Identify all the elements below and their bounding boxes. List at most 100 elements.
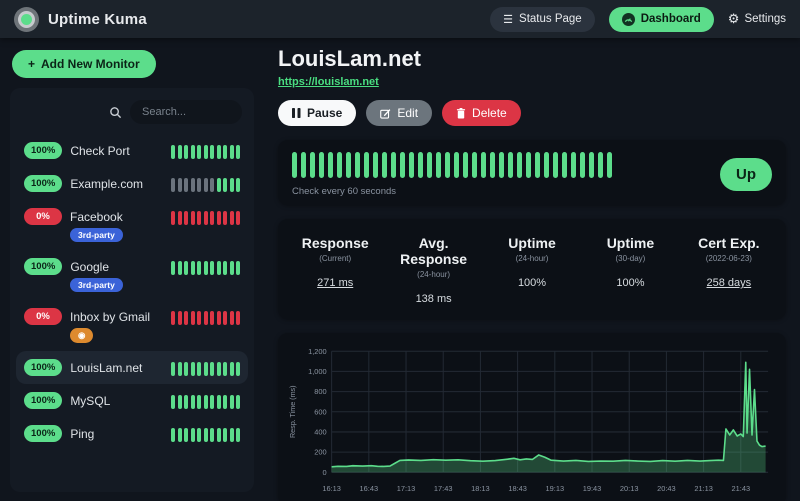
heartbeat-tick (197, 428, 201, 442)
heartbeat-tick[interactable] (310, 152, 315, 178)
monitor-row-louislam-net[interactable]: 100%LouisLam.net (16, 351, 248, 384)
heartbeat-tick[interactable] (436, 152, 441, 178)
heartbeat-tick (171, 178, 175, 192)
heartbeat-tick (210, 261, 214, 275)
heartbeat-tick (236, 178, 240, 192)
heartbeat-tick (178, 311, 182, 325)
monitor-tag: 3rd-party (70, 278, 123, 292)
heartbeat-tick[interactable] (553, 152, 558, 178)
monitor-heartbeats (171, 175, 240, 192)
heartbeat-tick[interactable] (517, 152, 522, 178)
brand[interactable]: Uptime Kuma (14, 7, 147, 32)
heartbeat-tick (197, 395, 201, 409)
heartbeat-tick[interactable] (490, 152, 495, 178)
svg-text:21:43: 21:43 (732, 484, 751, 493)
stat-value[interactable]: 271 ms (286, 277, 384, 289)
search-input[interactable] (130, 100, 242, 124)
heartbeat-tick[interactable] (301, 152, 306, 178)
heartbeat-tick[interactable] (454, 152, 459, 178)
heartbeat-tick (236, 311, 240, 325)
search-icon (109, 106, 122, 119)
monitor-url-link[interactable]: https://louislam.net (278, 76, 379, 88)
heartbeat-tick (184, 311, 188, 325)
svg-text:1,000: 1,000 (308, 367, 327, 376)
add-new-monitor-button[interactable]: + Add New Monitor (12, 50, 156, 78)
svg-text:0: 0 (323, 468, 327, 477)
heartbeat-tick[interactable] (571, 152, 576, 178)
heartbeat-tick[interactable] (481, 152, 486, 178)
edit-button[interactable]: Edit (366, 100, 432, 126)
heartbeat-bar[interactable] (292, 152, 702, 178)
content: + Add New Monitor 100%Check Port100%Exam… (0, 38, 800, 501)
pause-button[interactable]: Pause (278, 100, 356, 126)
heartbeat-tick[interactable] (427, 152, 432, 178)
status-page-button[interactable]: ☰ Status Page (490, 7, 595, 32)
heartbeat-tick[interactable] (526, 152, 531, 178)
monitor-name: Check Port (70, 144, 129, 158)
heartbeat-tick[interactable] (292, 152, 297, 178)
heartbeat-tick[interactable] (400, 152, 405, 178)
heartbeat-tick[interactable] (364, 152, 369, 178)
heartbeat-tick[interactable] (418, 152, 423, 178)
heartbeat-tick (236, 145, 240, 159)
heartbeat-tick[interactable] (508, 152, 513, 178)
heartbeat-tick[interactable] (463, 152, 468, 178)
heartbeat-tick[interactable] (382, 152, 387, 178)
heartbeat-tick (217, 145, 221, 159)
heartbeat-tick[interactable] (337, 152, 342, 178)
heartbeat-tick[interactable] (346, 152, 351, 178)
heartbeat-tick (223, 395, 227, 409)
heartbeat-tick[interactable] (544, 152, 549, 178)
monitor-row-google[interactable]: 100%Google3rd-party (16, 250, 248, 300)
monitor-row-check-port[interactable]: 100%Check Port (16, 134, 248, 167)
stat-value: 100% (483, 277, 581, 289)
heartbeat-tick[interactable] (319, 152, 324, 178)
monitor-row-example-com[interactable]: 100%Example.com (16, 167, 248, 200)
stat-response-Current: Response(Current)271 ms (286, 235, 384, 305)
stat-sublabel: (30-day) (581, 254, 679, 263)
heartbeat-tick[interactable] (472, 152, 477, 178)
heartbeat-tick[interactable] (589, 152, 594, 178)
stats-card: Response(Current)271 msAvg. Response(24-… (278, 219, 786, 319)
monitor-heartbeats (171, 392, 240, 409)
heartbeat-tick[interactable] (535, 152, 540, 178)
pause-icon (292, 108, 301, 118)
svg-text:16:13: 16:13 (322, 484, 341, 493)
heartbeat-tick (217, 311, 221, 325)
stat-value[interactable]: 258 days (680, 277, 778, 289)
heartbeat-tick (171, 395, 175, 409)
heartbeat-tick[interactable] (607, 152, 612, 178)
stat-label: Uptime (483, 235, 581, 251)
heartbeat-tick[interactable] (373, 152, 378, 178)
heartbeat-tick (210, 211, 214, 225)
monitor-row-mysql[interactable]: 100%MySQL (16, 384, 248, 417)
heartbeat-tick[interactable] (598, 152, 603, 178)
heartbeat-tick (223, 178, 227, 192)
settings-button[interactable]: ⚙ Settings (728, 11, 786, 27)
monitor-row-ping[interactable]: 100%Ping (16, 417, 248, 450)
stat-value: 138 ms (384, 293, 482, 305)
monitor-row-facebook[interactable]: 0%Facebook3rd-party (16, 200, 248, 250)
dashboard-button[interactable]: Dashboard (609, 7, 714, 32)
svg-text:19:13: 19:13 (546, 484, 565, 493)
heartbeat-tick[interactable] (328, 152, 333, 178)
heartbeat-tick[interactable] (391, 152, 396, 178)
delete-button[interactable]: Delete (442, 100, 521, 126)
heartbeat-tick (191, 261, 195, 275)
heartbeat-tick (184, 145, 188, 159)
heartbeat-tick[interactable] (409, 152, 414, 178)
brand-title: Uptime Kuma (48, 11, 147, 28)
heartbeat-tick (223, 311, 227, 325)
monitor-heartbeats (171, 208, 240, 225)
heartbeat-tick[interactable] (355, 152, 360, 178)
heartbeat-tick[interactable] (580, 152, 585, 178)
heartbeat-tick (191, 178, 195, 192)
heartbeat-tick (191, 145, 195, 159)
stat-avg-response-24hour: Avg. Response(24-hour)138 ms (384, 235, 482, 305)
heartbeat-tick (223, 211, 227, 225)
heartbeat-tick[interactable] (499, 152, 504, 178)
heartbeat-tick[interactable] (562, 152, 567, 178)
heartbeat-tick[interactable] (445, 152, 450, 178)
svg-text:20:43: 20:43 (657, 484, 676, 493)
monitor-row-inbox-by-gmail[interactable]: 0%Inbox by Gmail◉ (16, 300, 248, 351)
